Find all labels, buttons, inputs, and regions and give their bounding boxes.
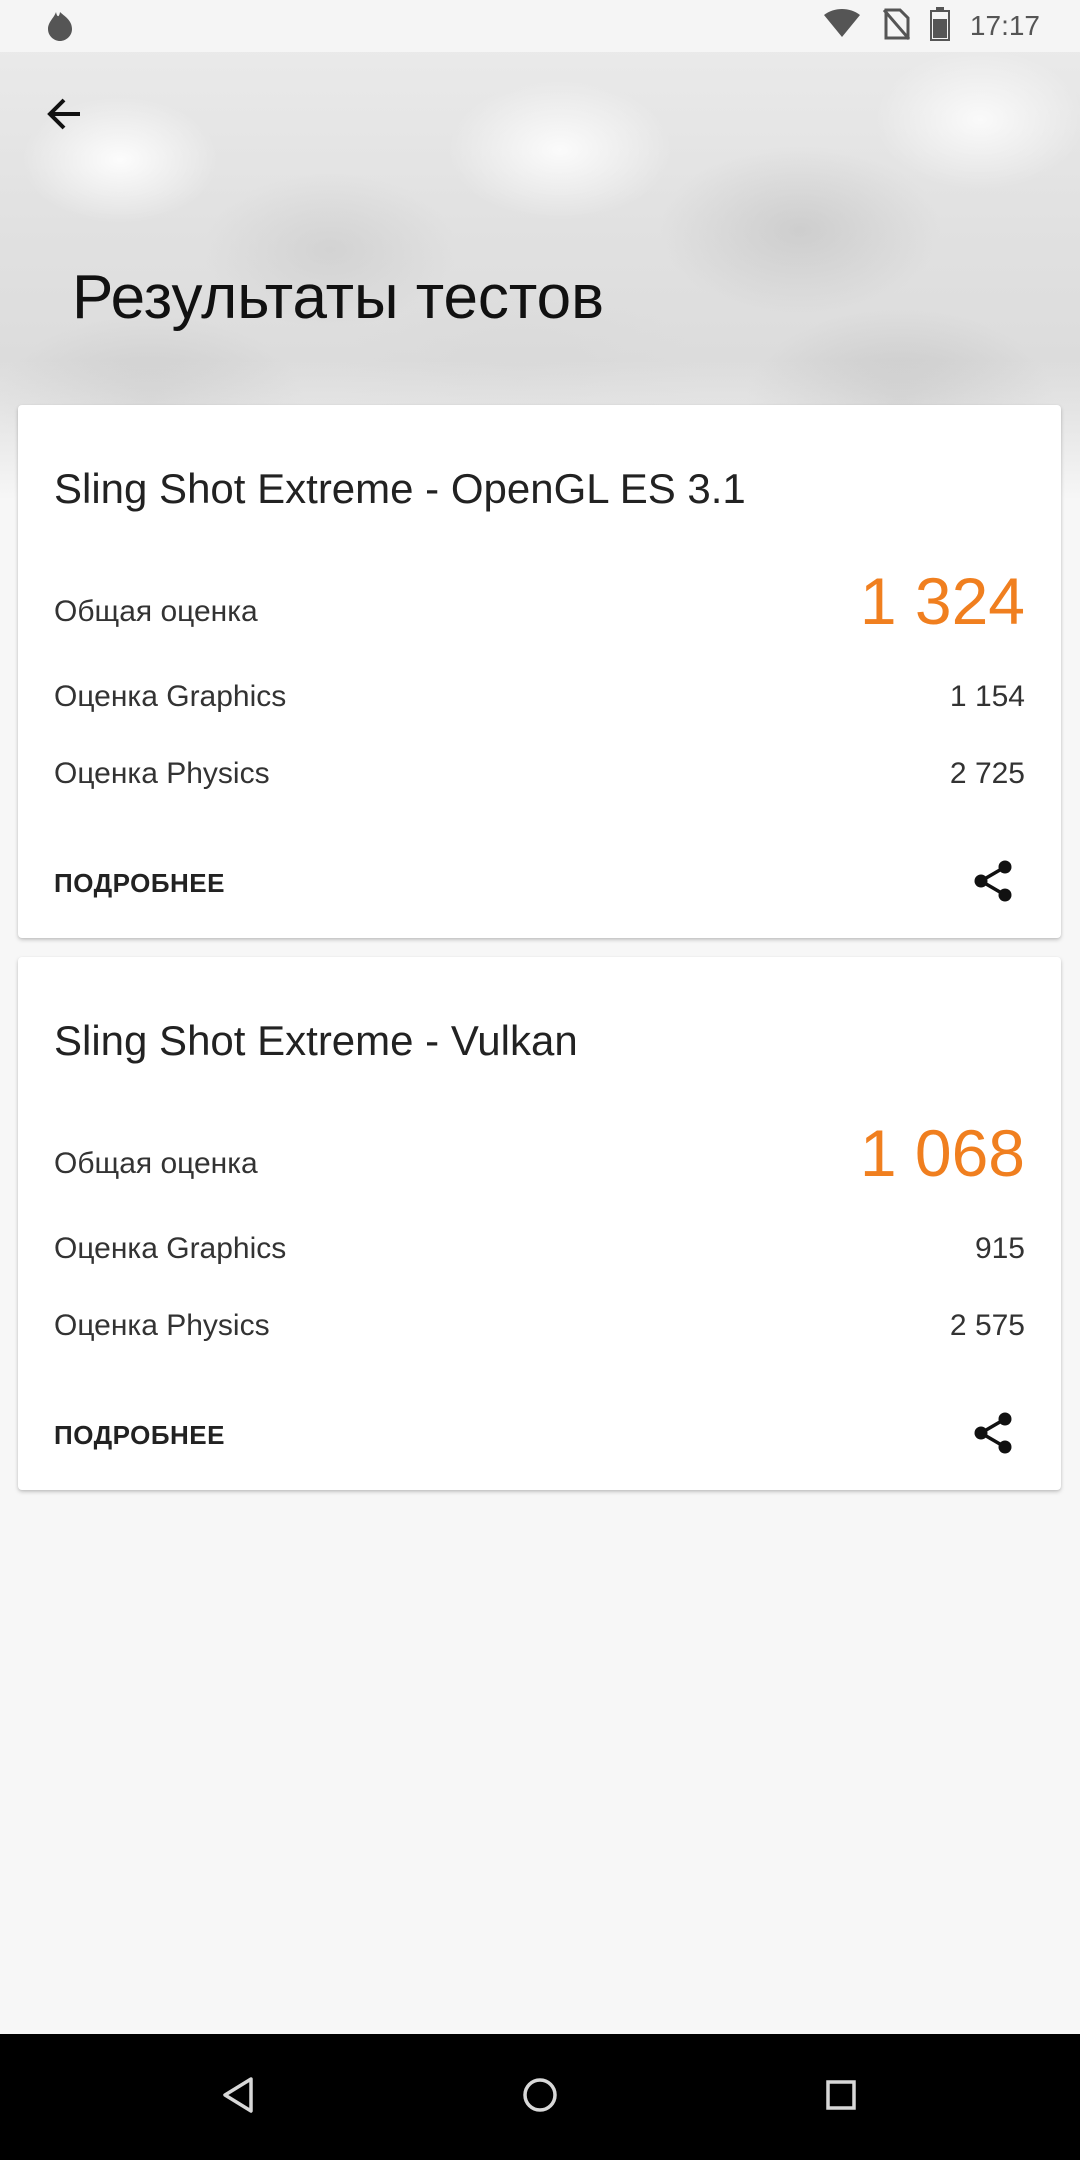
nav-home-icon bbox=[520, 2075, 560, 2120]
share-button[interactable] bbox=[965, 855, 1021, 911]
share-button[interactable] bbox=[965, 1407, 1021, 1463]
physics-score-label: Оценка Physics bbox=[54, 757, 270, 790]
nav-back-icon bbox=[219, 2075, 255, 2120]
nav-recents-button[interactable] bbox=[811, 2067, 871, 2127]
physics-score-value: 2 575 bbox=[949, 1309, 1025, 1342]
overall-score-value: 1 324 bbox=[859, 564, 1025, 638]
status-bar: 17:17 bbox=[0, 0, 1080, 52]
physics-score-value: 2 725 bbox=[949, 757, 1025, 790]
result-card-vulkan: Sling Shot Extreme - Vulkan Общая оценка… bbox=[18, 957, 1061, 1490]
share-icon bbox=[971, 859, 1015, 908]
arrow-back-icon bbox=[44, 94, 84, 139]
details-button[interactable]: ПОДРОБНЕЕ bbox=[54, 868, 225, 899]
back-button[interactable] bbox=[28, 80, 100, 152]
overall-score-value: 1 068 bbox=[859, 1116, 1025, 1190]
nav-home-button[interactable] bbox=[510, 2067, 570, 2127]
graphics-score-label: Оценка Graphics bbox=[54, 1232, 287, 1265]
no-sim-icon bbox=[882, 8, 911, 45]
graphics-score-label: Оценка Graphics bbox=[54, 680, 287, 713]
page-title: Результаты тестов bbox=[72, 263, 605, 332]
status-time: 17:17 bbox=[969, 10, 1040, 41]
overall-score-label: Общая оценка bbox=[54, 1147, 258, 1180]
nav-back-button[interactable] bbox=[207, 2067, 267, 2127]
graphics-score-value: 1 154 bbox=[949, 680, 1025, 713]
details-button[interactable]: ПОДРОБНЕЕ bbox=[54, 1420, 225, 1451]
battery-icon bbox=[929, 6, 950, 46]
app-notification-icon bbox=[42, 8, 78, 44]
system-navigation-bar bbox=[0, 2034, 1080, 2160]
overall-score-label: Общая оценка bbox=[54, 595, 258, 628]
graphics-score-value: 915 bbox=[974, 1232, 1025, 1265]
nav-recents-icon bbox=[823, 2077, 859, 2118]
status-icons: 17:17 bbox=[822, 0, 1040, 52]
result-card-opengl: Sling Shot Extreme - OpenGL ES 3.1 Общая… bbox=[18, 405, 1061, 938]
share-icon bbox=[971, 1411, 1015, 1460]
physics-score-label: Оценка Physics bbox=[54, 1309, 270, 1342]
result-card-title: Sling Shot Extreme - Vulkan bbox=[54, 1017, 578, 1064]
wifi-icon bbox=[822, 8, 862, 44]
result-card-title: Sling Shot Extreme - OpenGL ES 3.1 bbox=[54, 465, 746, 512]
